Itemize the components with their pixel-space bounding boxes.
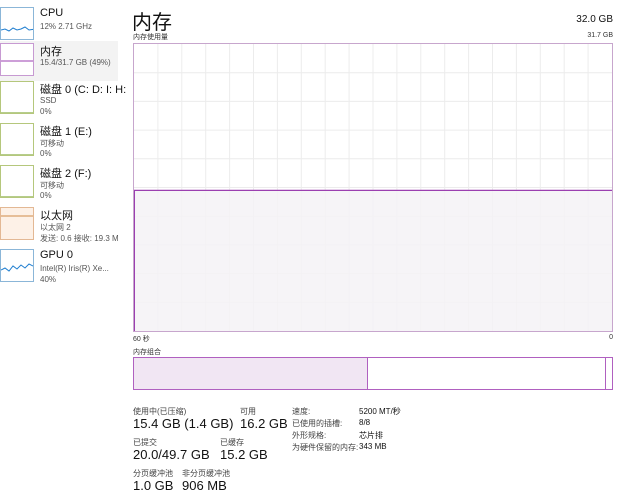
memory-panel: 内存 32.0 GB 内存使用量 31.7 GB 60 秒 0 内存组合 使用中… (120, 0, 629, 499)
memory-usage-graph-svg (134, 44, 612, 331)
disk-2-thumbnail-graph (0, 165, 34, 198)
composition-standby-divider (605, 358, 606, 389)
page-title: 内存 (132, 12, 172, 34)
sidebar-item-title: 磁盘 2 (F:) (40, 168, 92, 180)
memory-composition-bar (133, 357, 613, 390)
graph-time-start: 60 秒 (133, 336, 150, 343)
sidebar-item-subtitle: 以太网 2 (40, 223, 71, 232)
memory-usage-graph (133, 43, 613, 332)
sidebar-item-gpu-0[interactable]: GPU 0 Intel(R) Iris(R) Xe... 40% (0, 247, 118, 287)
composition-label: 内存组合 (133, 349, 161, 356)
sidebar-item-subtitle: 可移动 (40, 139, 64, 148)
sidebar-item-usage: 0% (40, 191, 52, 200)
sidebar-item-disk-1[interactable]: 磁盘 1 (E:) 可移动 0% (0, 121, 118, 161)
hardware-reserved-label: 为硬件保留的内存: (292, 443, 359, 452)
cpu-thumbnail-graph (0, 7, 34, 40)
hardware-reserved-value: 343 MB (359, 442, 387, 451)
sidebar-item-title: 以太网 (40, 210, 73, 222)
gpu-0-thumbnail-graph (0, 249, 34, 282)
composition-in-use-segment (134, 358, 368, 389)
nonpaged-pool-value: 906 MB (182, 478, 227, 493)
disk-0-thumbnail-graph (0, 81, 34, 114)
sidebar: CPU 12% 2.71 GHz 内存 15.4/31.7 GB (49%) 磁… (0, 0, 126, 499)
form-factor-value: 芯片排 (359, 431, 383, 440)
sidebar-item-subtitle: 12% 2.71 GHz (40, 22, 93, 31)
in-use-value: 15.4 GB (1.4 GB) (133, 416, 234, 431)
graph-time-end: 0 (609, 334, 613, 341)
cached-value: 15.2 GB (220, 447, 268, 462)
sidebar-item-cpu[interactable]: CPU 12% 2.71 GHz (0, 5, 118, 45)
committed-value: 20.0/49.7 GB (133, 447, 210, 462)
form-factor-label: 外形规格: (292, 431, 327, 440)
usage-area (134, 190, 612, 331)
memory-thumbnail-graph (0, 43, 34, 76)
sidebar-item-subtitle: SSD (40, 96, 57, 105)
total-memory: 32.0 GB (576, 14, 613, 25)
sidebar-item-usage: 40% (40, 275, 57, 284)
paged-pool-value: 1.0 GB (133, 478, 174, 493)
sidebar-item-subtitle: Intel(R) Iris(R) Xe... (40, 264, 109, 273)
available-value: 16.2 GB (240, 416, 288, 431)
sidebar-item-title: CPU (40, 7, 64, 19)
sidebar-item-ethernet[interactable]: 以太网 以太网 2 发送: 0.6 接收: 19.3 M (0, 205, 119, 245)
slots-label: 已使用的插槽: (292, 419, 343, 428)
disk-1-thumbnail-graph (0, 123, 34, 156)
slots-value: 8/8 (359, 418, 371, 427)
sidebar-item-usage: 0% (40, 107, 52, 116)
sidebar-item-disk-0[interactable]: 磁盘 0 (C: D: I: H: SSD 0% (0, 79, 126, 119)
sidebar-item-title: 磁盘 0 (C: D: I: H: (40, 84, 127, 96)
speed-label: 速度: (292, 407, 311, 416)
ethernet-thumbnail-graph (0, 207, 34, 240)
sidebar-item-memory[interactable]: 内存 15.4/31.7 GB (49%) (0, 41, 118, 81)
speed-value: 5200 MT/秒 (359, 407, 401, 416)
usage-graph-label: 内存使用量 (133, 34, 168, 41)
usage-graph-max: 31.7 GB (587, 32, 613, 39)
sidebar-item-subtitle: 15.4/31.7 GB (49%) (40, 58, 111, 67)
sidebar-item-usage: 0% (40, 149, 52, 158)
sidebar-item-disk-2[interactable]: 磁盘 2 (F:) 可移动 0% (0, 163, 118, 203)
sidebar-item-title: GPU 0 (40, 249, 74, 261)
sidebar-item-title: 内存 (40, 46, 62, 58)
sidebar-item-subtitle: 可移动 (40, 181, 64, 190)
sidebar-item-title: 磁盘 1 (E:) (40, 126, 92, 138)
sidebar-item-transfer: 发送: 0.6 接收: 19.3 M (40, 234, 119, 243)
